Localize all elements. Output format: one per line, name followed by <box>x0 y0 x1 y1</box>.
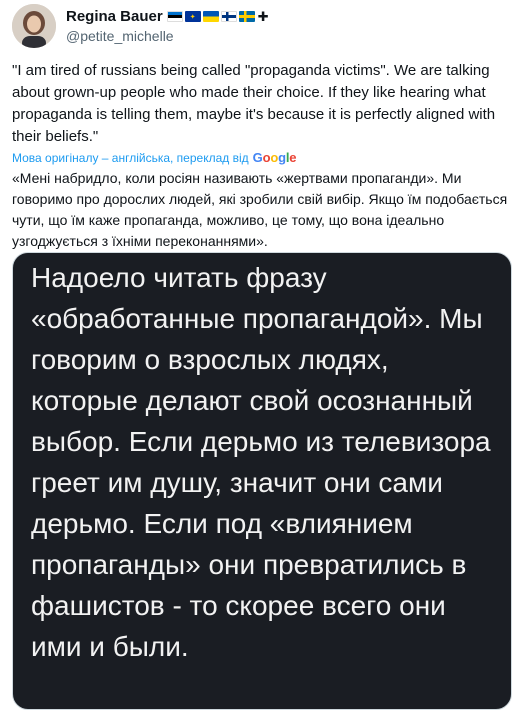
tweet-image[interactable]: Надоело читать фразу «обработанные пропа… <box>12 252 512 710</box>
image-text: Надоело читать фразу «обработанные пропа… <box>31 262 491 662</box>
translated-text: «Мені набридло, коли росіян називають «ж… <box>12 170 508 249</box>
estonia-flag-icon <box>166 11 183 22</box>
tweet-header: Regina Bauer ✦ ✚ @petite_michelle <box>12 4 512 48</box>
translation-notice[interactable]: Мова оригіналу – англійська, переклад ві… <box>12 150 296 165</box>
google-logo: Google <box>252 150 297 165</box>
finland-flag-icon <box>220 11 237 22</box>
sweden-flag-icon <box>238 11 255 22</box>
display-name[interactable]: Regina Bauer <box>66 8 163 25</box>
translation-notice-text: Мова оригіналу – англійська, переклад ві… <box>12 150 249 165</box>
flag-emojis: ✦ ✚ <box>166 8 269 25</box>
avatar[interactable] <box>12 4 56 48</box>
eu-flag-icon: ✦ <box>184 11 201 22</box>
plus-icon: ✚ <box>257 8 269 24</box>
tweet-text: "I am tired of russians being called "pr… <box>12 62 500 145</box>
ukraine-flag-icon <box>202 11 219 22</box>
name-row: Regina Bauer ✦ ✚ <box>66 8 269 25</box>
user-handle[interactable]: @petite_michelle <box>66 28 174 44</box>
